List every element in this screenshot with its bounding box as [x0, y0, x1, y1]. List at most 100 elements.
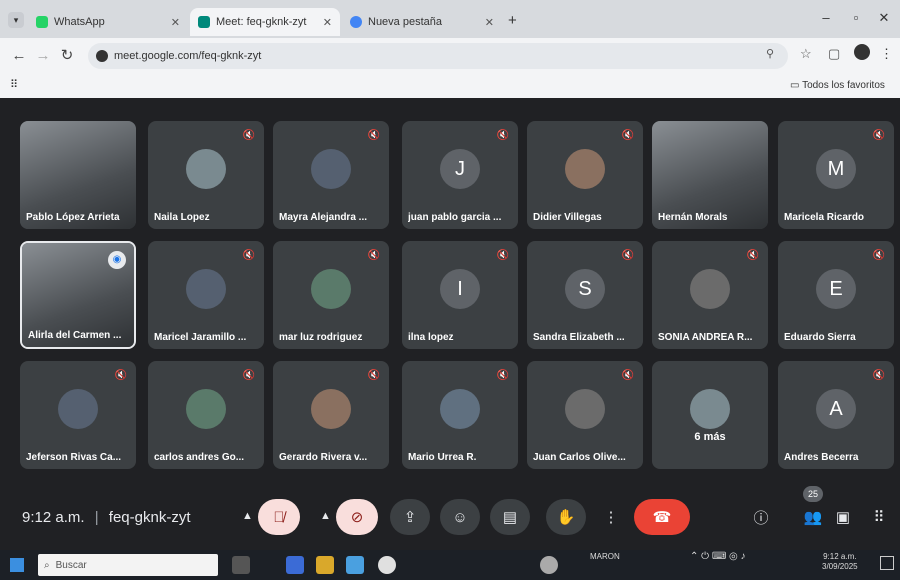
address-bar[interactable]: meet.google.com/feq-gknk-zyt	[88, 43, 788, 69]
participant-avatar	[565, 149, 605, 189]
taskbar-app-icon[interactable]	[540, 556, 558, 574]
reload-button[interactable]: ↻	[56, 45, 78, 67]
maximize-button[interactable]: ▫	[842, 8, 870, 28]
participant-avatar	[58, 389, 98, 429]
apps-grid-icon[interactable]: ⠿	[10, 78, 18, 91]
participant-tile[interactable]: Pablo López Arrieta	[20, 121, 136, 229]
more-options-button[interactable]: ⋮	[594, 499, 628, 535]
video-options-caret[interactable]: ▲	[320, 510, 331, 522]
file-explorer-icon[interactable]	[316, 556, 334, 574]
audio-options-caret[interactable]: ▲	[242, 510, 253, 522]
participant-avatar	[440, 389, 480, 429]
back-button[interactable]: ←	[8, 45, 30, 67]
zoom-icon[interactable]: ⚲	[766, 47, 774, 60]
overflow-avatars	[690, 389, 730, 429]
participant-avatar	[565, 389, 605, 429]
system-tray-icons[interactable]: ⌃ ⏻ ⌨ ◎ ♪	[690, 552, 746, 562]
participant-tile[interactable]: I 🔇 ilna lopez	[402, 241, 518, 349]
reactions-button[interactable]: ☺	[440, 499, 480, 535]
participant-name: Hernán Morals	[658, 212, 728, 223]
new-tab-button[interactable]: +	[508, 12, 517, 29]
mic-muted-icon: 🔇	[367, 130, 381, 141]
tab-search-button[interactable]: ▾	[8, 12, 24, 28]
microphone-off-button[interactable]: 🎙̸	[258, 499, 300, 535]
participant-tile[interactable]: S 🔇 Sandra Elizabeth ...	[527, 241, 643, 349]
participant-tile[interactable]: 🔇 carlos andres Go...	[148, 361, 264, 469]
participant-avatar	[311, 269, 351, 309]
weather-text: MARON	[590, 552, 620, 561]
kebab-icon: ⋮	[603, 509, 619, 526]
forward-button[interactable]: →	[32, 45, 54, 67]
participant-tile[interactable]: Hernán Morals	[652, 121, 768, 229]
participant-name: carlos andres Go...	[154, 452, 245, 463]
meeting-details-button[interactable]: ⓘ	[744, 499, 778, 535]
chat-button[interactable]: ▣	[826, 499, 860, 535]
windows-start-icon[interactable]	[10, 558, 24, 572]
site-info-icon[interactable]	[96, 50, 108, 62]
task-view-icon[interactable]	[232, 556, 250, 574]
participant-tile[interactable]: A 🔇 Andres Becerra	[778, 361, 894, 469]
participant-name: Didier Villegas	[533, 212, 602, 223]
participant-tile[interactable]: 🔇 Didier Villegas	[527, 121, 643, 229]
taskbar-search[interactable]: ⌕ Buscar	[38, 554, 218, 576]
activities-button[interactable]: ⠿	[862, 499, 896, 535]
tab-whatsapp[interactable]: WhatsApp ✕	[28, 8, 188, 36]
participant-tile[interactable]: 🔇 Mayra Alejandra ...	[273, 121, 389, 229]
weather-widget[interactable]: MARON	[590, 552, 620, 562]
hand-icon: ✋	[556, 509, 576, 526]
participant-name: Sandra Elizabeth ...	[533, 332, 625, 343]
all-bookmarks-button[interactable]: ▭ Todos los favoritos	[790, 80, 885, 91]
present-screen-button[interactable]: ⇪	[390, 499, 430, 535]
store-icon[interactable]	[346, 556, 364, 574]
mic-muted-icon: 🔇	[367, 250, 381, 261]
participant-name: Maricela Ricardo	[784, 212, 865, 223]
participant-tile[interactable]: ◉ Alirla del Carmen ...	[20, 241, 136, 349]
participant-tile[interactable]: 🔇 Mario Urrea R.	[402, 361, 518, 469]
tab-close-icon[interactable]: ✕	[485, 16, 494, 29]
leave-call-button[interactable]: ☎	[634, 499, 690, 535]
tab-close-icon[interactable]: ✕	[171, 16, 180, 29]
profile-avatar[interactable]	[854, 44, 870, 60]
participant-tile[interactable]: E 🔇 Eduardo Sierra	[778, 241, 894, 349]
participant-tile[interactable]: 🔇 Juan Carlos Olive...	[527, 361, 643, 469]
mic-muted-icon: 🔇	[114, 370, 128, 381]
participant-tile[interactable]: M 🔇 Maricela Ricardo	[778, 121, 894, 229]
mic-muted-icon: 🔇	[746, 250, 760, 261]
chrome-icon[interactable]	[378, 556, 396, 574]
bookmarks-bar	[0, 74, 900, 99]
participant-tile[interactable]: 🔇 mar luz rodriguez	[273, 241, 389, 349]
participant-avatar	[690, 269, 730, 309]
participant-name: Gerardo Rivera v...	[279, 452, 368, 463]
current-time: 9:12 a.m.	[22, 509, 85, 526]
tab-close-icon[interactable]: ✕	[323, 16, 332, 29]
edge-icon[interactable]	[286, 556, 304, 574]
participant-name: Mario Urrea R.	[408, 452, 477, 463]
participant-initial-avatar: S	[565, 269, 605, 309]
google-icon	[350, 16, 362, 28]
notifications-icon[interactable]	[880, 556, 894, 570]
people-button[interactable]: 👥	[796, 499, 830, 535]
camera-off-button[interactable]: ⊘	[336, 499, 378, 535]
participant-name: Andres Becerra	[784, 452, 859, 463]
sidepanel-icon[interactable]: ▢	[828, 46, 840, 62]
minimize-button[interactable]: –	[812, 8, 840, 28]
taskbar-clock[interactable]: 9:12 a.m. 3/09/2025	[822, 552, 858, 572]
bookmark-star-icon[interactable]: ☆	[800, 46, 812, 62]
participant-tile[interactable]: J 🔇 juan pablo garcia ...	[402, 121, 518, 229]
mic-muted-icon: 🔇	[242, 370, 256, 381]
participant-tile[interactable]: 🔇 Naila Lopez	[148, 121, 264, 229]
participant-tile[interactable]: 6 más	[652, 361, 768, 469]
close-window-button[interactable]: ✕	[870, 8, 898, 28]
participant-name: Eduardo Sierra	[784, 332, 856, 343]
tab-meet[interactable]: Meet: feq-gknk-zyt ✕	[190, 8, 340, 36]
tab-new-tab[interactable]: Nueva pestaña ✕	[342, 8, 502, 36]
raise-hand-button[interactable]: ✋	[546, 499, 586, 535]
captions-button[interactable]: ▤	[490, 499, 530, 535]
participant-name: SONIA ANDREA R...	[658, 332, 753, 343]
participant-tile[interactable]: 🔇 Gerardo Rivera v...	[273, 361, 389, 469]
menu-kebab-icon[interactable]: ⋮	[880, 46, 893, 62]
participant-initial-avatar: I	[440, 269, 480, 309]
participant-tile[interactable]: 🔇 Maricel Jaramillo ...	[148, 241, 264, 349]
participant-tile[interactable]: 🔇 Jeferson Rivas Ca...	[20, 361, 136, 469]
participant-tile[interactable]: 🔇 SONIA ANDREA R...	[652, 241, 768, 349]
